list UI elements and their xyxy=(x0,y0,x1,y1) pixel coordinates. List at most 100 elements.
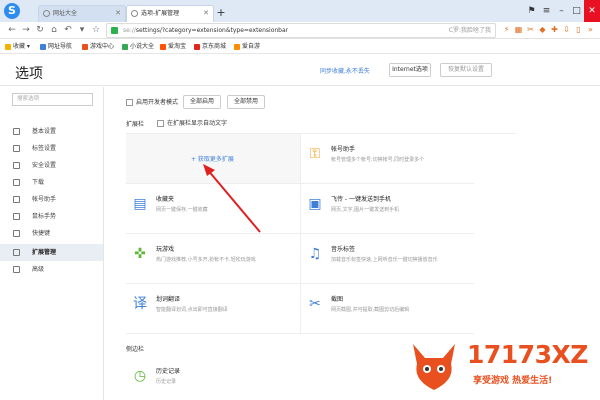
scissors-icon[interactable]: ✂ xyxy=(526,24,535,36)
minimize-icon[interactable]: – xyxy=(554,6,569,16)
scissors-icon: ✂ xyxy=(309,296,321,312)
lightning-icon[interactable]: ⚡ xyxy=(502,24,511,36)
enable-all-button[interactable]: 全部启用 xyxy=(183,95,221,109)
plane-icon xyxy=(234,43,240,50)
bookmark-label: 爱自游 xyxy=(242,43,261,50)
search-suggestion[interactable]: C罗:我脸啥了我 xyxy=(449,24,491,37)
restore-defaults-button[interactable]: 恢复默认设置 xyxy=(440,63,492,77)
sidebar-item-download[interactable]: 下载 xyxy=(0,174,103,191)
extension-name: 音乐标签 xyxy=(331,246,356,253)
bookmark-label: 小说大全 xyxy=(130,43,155,50)
tab-close-icon[interactable]: ✕ xyxy=(115,6,121,21)
bookmark-novels[interactable]: 小说大全 xyxy=(122,39,154,54)
shield-icon xyxy=(13,162,20,169)
sidebar-item-label: 标签设置 xyxy=(32,145,57,152)
extension-card[interactable]: ♫ 音乐标签 加载音乐标签快速,上网听音乐一键切换播放音乐 xyxy=(300,234,474,284)
extension-name: 收藏夹 xyxy=(156,196,175,203)
toolbar-extension-icons: ⚡ ▦ ✂ ◆ ✚ ⇩ ▯ » xyxy=(502,24,595,36)
globe-icon xyxy=(43,10,50,17)
history-icon: ◷ xyxy=(133,368,147,384)
bookmark-label: 游戏中心 xyxy=(90,43,115,50)
extension-name: 截图 xyxy=(331,296,344,303)
dev-mode-checkbox[interactable] xyxy=(126,99,133,106)
maximize-icon[interactable]: □ xyxy=(569,6,584,16)
dev-mode-row[interactable]: 启用开发者模式 xyxy=(126,96,178,109)
shield-icon[interactable]: ◆ xyxy=(538,24,547,36)
bookmark-nav[interactable]: 网址导航 xyxy=(40,39,72,54)
extension-card[interactable]: ⚿ 帐号助手 帐号管理多个帐号,切换帐号,同时登录多个 xyxy=(300,134,474,184)
extension-name: 帐号助手 xyxy=(331,146,356,153)
sidebar-item-security[interactable]: 安全设置 xyxy=(0,157,103,174)
url-protocol: se:// xyxy=(123,27,136,34)
sidebar-item-label: 下载 xyxy=(32,179,45,186)
back-icon[interactable]: ← xyxy=(6,24,18,36)
get-more-extensions-link[interactable]: + 获取更多扩展 xyxy=(191,154,234,163)
tab-icon xyxy=(13,145,20,152)
bookmark-label: 网址导航 xyxy=(48,43,73,50)
dev-mode-label: 启用开发者模式 xyxy=(136,99,179,106)
watermark-slogan: 享受游戏 热爱生活! xyxy=(473,376,553,386)
sidebar-item-account[interactable]: 帐号助手 xyxy=(0,191,103,208)
sidebar-item-label: 扩展管理 xyxy=(32,249,57,256)
extension-desc: 帐号管理多个帐号,切换帐号,同时登录多个 xyxy=(331,157,425,163)
bookmark-label: 爱淘宝 xyxy=(168,43,187,50)
close-window-icon[interactable]: ✕ xyxy=(584,0,600,22)
extension-name: 飞传 - 一键发送到手机 xyxy=(331,196,391,203)
extension-name: 历史记录 xyxy=(156,368,181,375)
bookmark-favorites[interactable]: 收藏 ▾ xyxy=(5,39,30,54)
phone-icon[interactable]: ▯ xyxy=(574,24,583,36)
secure-lock-icon xyxy=(111,27,118,34)
sync-link[interactable]: 同步收藏,永不丢失 xyxy=(320,66,370,75)
undo-icon[interactable]: ↶ xyxy=(62,24,74,36)
tab-close-icon[interactable]: ✕ xyxy=(203,6,209,21)
new-tab-button[interactable]: + xyxy=(214,6,228,20)
show-text-checkbox[interactable] xyxy=(157,120,164,127)
sidebar-item-label: 帐号助手 xyxy=(32,196,57,203)
page-title: 选项 xyxy=(15,66,43,82)
sidebar-item-advanced[interactable]: 高级 xyxy=(0,261,103,278)
sidebar-item-extensions[interactable]: 扩展管理 xyxy=(0,244,103,261)
refresh-icon[interactable]: ↻ xyxy=(34,24,46,36)
get-more-extensions-card[interactable]: + 获取更多扩展 xyxy=(126,134,300,184)
extension-card[interactable]: ✜ 玩游戏 热门游戏推荐,小号多开,抢帐不卡,轻松玩游戏 xyxy=(126,234,300,284)
sidebar-item-label: 基本设置 xyxy=(32,128,57,135)
extension-card[interactable]: ✂ 截图 网页截图,并可提取,截图剪切后编辑 xyxy=(300,284,474,334)
tab-websites[interactable]: 网址大全 ✕ xyxy=(38,5,126,22)
gear-icon xyxy=(13,128,20,135)
tab-options-extensions[interactable]: 选项-扩展管理 ✕ xyxy=(126,5,214,22)
extension-card[interactable]: 译 划词翻译 智能翻译划词,点出即可直接翻译 xyxy=(126,284,300,334)
grid-icon[interactable]: ▦ xyxy=(514,24,523,36)
forward-icon[interactable]: → xyxy=(20,24,32,36)
home-icon[interactable]: ⌂ xyxy=(48,24,60,36)
disable-all-button[interactable]: 全部禁用 xyxy=(227,95,265,109)
download-icon[interactable]: ⇩ xyxy=(562,24,571,36)
extension-card[interactable]: ▤ 收藏夹 网页一键保存,一键收藏 xyxy=(126,184,300,234)
menu-icon[interactable]: ≡ xyxy=(539,6,554,16)
bookmark-taobao[interactable]: 爱淘宝 xyxy=(160,39,186,54)
extension-card[interactable]: ◷ 历史记录 历史记录 xyxy=(126,356,300,396)
more-icon[interactable]: » xyxy=(586,24,595,36)
sidebar-item-tabs[interactable]: 标签设置 xyxy=(0,140,103,157)
bookmark-travel[interactable]: 爱自游 xyxy=(234,39,260,54)
bookmark-games[interactable]: 游戏中心 xyxy=(82,39,114,54)
sidebar-item-label: 鼠标手势 xyxy=(32,213,57,220)
sidebar-item-gestures[interactable]: 鼠标手势 xyxy=(0,208,103,225)
bookmark-jd[interactable]: 京东商城 xyxy=(194,39,226,54)
game-icon[interactable]: ✚ xyxy=(550,24,559,36)
sidebar-item-basic[interactable]: 基本设置 xyxy=(0,123,103,140)
download-icon xyxy=(13,179,20,186)
game-icon xyxy=(82,43,88,50)
search-input[interactable]: 搜索选项 xyxy=(12,93,93,106)
history-dropdown-icon[interactable]: ▾ xyxy=(76,24,88,36)
window-controls: ⚑ ≡ – □ ✕ xyxy=(524,0,600,22)
show-text-row[interactable]: 在扩展栏显示自动文字 xyxy=(157,118,227,127)
extension-icon xyxy=(13,249,20,256)
address-bar[interactable]: se://settings/?category=extension&type=e… xyxy=(106,23,496,38)
site-watermark: 17173XZ 享受游戏 热爱生活! xyxy=(405,338,595,396)
skin-icon[interactable]: ⚑ xyxy=(524,6,539,16)
music-icon: ♫ xyxy=(308,246,322,262)
extension-card[interactable]: ▣ 飞传 - 一键发送到手机 网页,文字,图片一键发送到手机 xyxy=(300,184,474,234)
sidebar-item-shortcuts[interactable]: 快捷键 xyxy=(0,225,103,242)
star-icon[interactable]: ☆ xyxy=(90,24,102,36)
internet-options-button[interactable]: Internet选项 xyxy=(389,63,431,77)
